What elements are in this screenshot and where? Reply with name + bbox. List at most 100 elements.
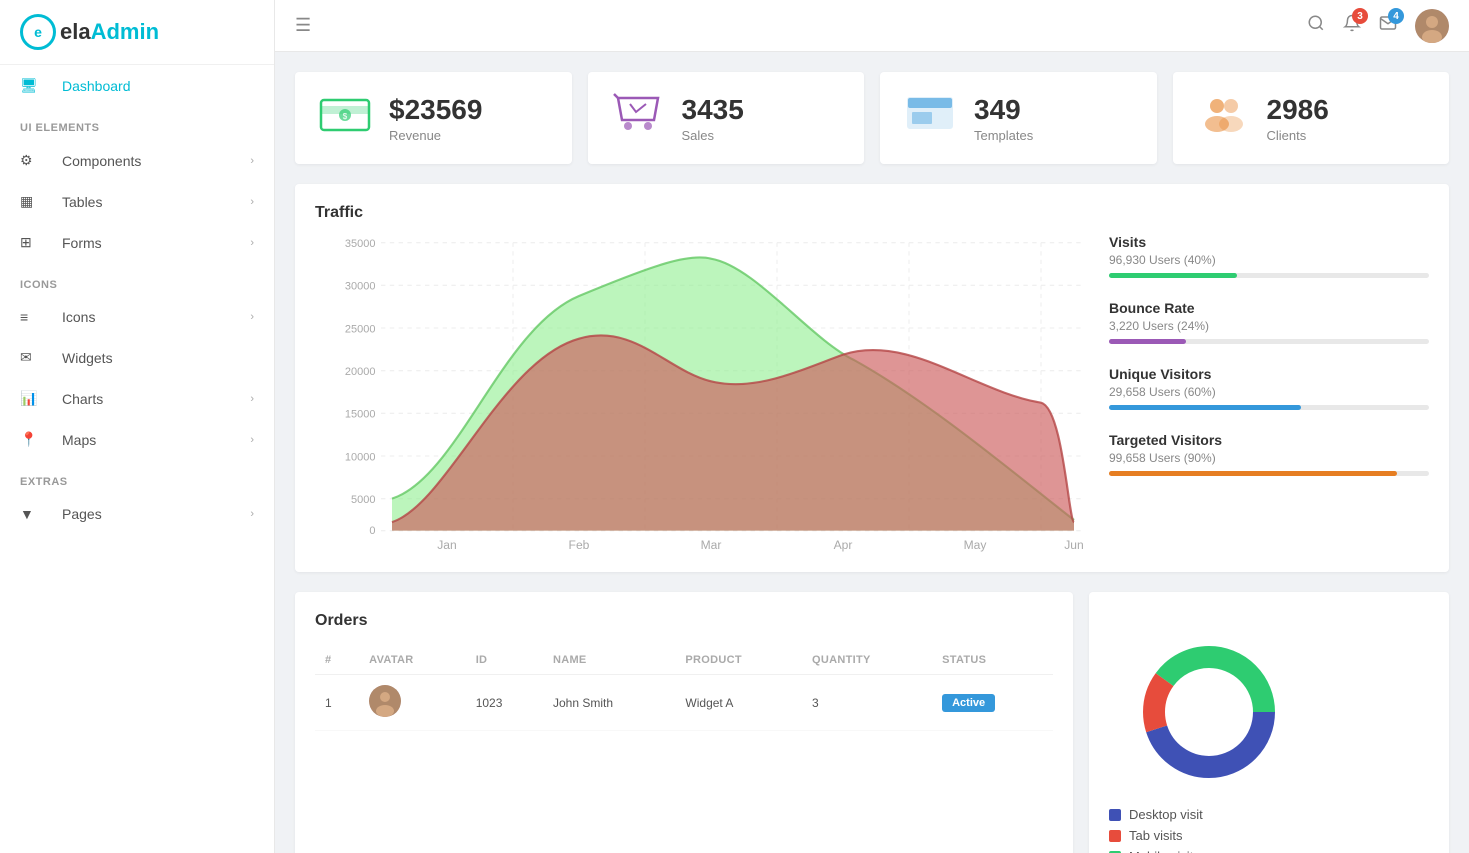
filter-icon: ▼ — [20, 506, 48, 522]
bounce-sub: 3,220 Users (24%) — [1109, 319, 1429, 333]
visits-bar-fill — [1109, 273, 1237, 278]
sidebar-item-widgets[interactable]: ✉ Widgets — [0, 337, 274, 378]
clients-icon — [1197, 92, 1249, 144]
traffic-stats: Visits 96,930 Users (40%) Bounce Rate 3,… — [1109, 204, 1429, 552]
sidebar-item-label: Charts — [62, 391, 250, 407]
svg-text:Mar: Mar — [701, 538, 722, 552]
row-avatar — [359, 675, 466, 731]
tab-dot — [1109, 830, 1121, 842]
logo-text: elaAdmin — [60, 19, 159, 45]
search-button[interactable] — [1307, 14, 1325, 37]
targeted-sub: 99,658 Users (90%) — [1109, 451, 1429, 465]
legend-mobile-label: Mobile visits — [1129, 849, 1200, 853]
table-icon: ▦ — [20, 193, 48, 210]
sales-icon — [612, 92, 664, 144]
email-button[interactable]: 4 — [1379, 14, 1397, 37]
traffic-chart-area: Traffic — [315, 204, 1085, 552]
chevron-right-icon: › — [250, 434, 254, 446]
chevron-right-icon: › — [250, 393, 254, 405]
donut-chart — [1109, 612, 1309, 792]
row-product: Widget A — [675, 675, 802, 731]
chevron-right-icon: › — [250, 508, 254, 520]
sidebar-item-icons[interactable]: ≡ Icons › — [0, 297, 274, 337]
chevron-right-icon: › — [250, 237, 254, 249]
sidebar-item-dashboard[interactable]: 🖥 Dashboard — [0, 65, 274, 106]
col-avatar: AVATAR — [359, 646, 466, 675]
row-num: 1 — [315, 675, 359, 731]
page-content: $ $23569 Revenue — [275, 52, 1469, 853]
sidebar-item-forms[interactable]: ⊞ Forms › — [0, 222, 274, 263]
list-icon: ≡ — [20, 309, 48, 325]
clients-label: Clients — [1267, 128, 1329, 143]
stat-cards: $ $23569 Revenue — [295, 72, 1449, 164]
menu-icon[interactable]: ☰ — [295, 15, 311, 36]
revenue-value: $23569 — [389, 94, 482, 126]
user-avatar[interactable] — [1415, 9, 1449, 43]
notification-badge: 3 — [1352, 8, 1368, 24]
targeted-stat: Targeted Visitors 99,658 Users (90%) — [1109, 432, 1429, 476]
traffic-title: Traffic — [315, 204, 1085, 222]
logo-circle: e — [20, 14, 56, 50]
row-name: John Smith — [543, 675, 675, 731]
orders-section: Orders # AVATAR ID NAME PRODUCT QUANTITY… — [295, 592, 1073, 853]
main-content: ☰ 3 4 — [275, 0, 1469, 853]
stat-card-clients: 2986 Clients — [1173, 72, 1450, 164]
unique-bar-bg — [1109, 405, 1429, 410]
unique-stat: Unique Visitors 29,658 Users (60%) — [1109, 366, 1429, 410]
svg-text:20000: 20000 — [345, 366, 376, 378]
traffic-chart: 35000 30000 25000 20000 15000 10000 5000… — [315, 232, 1085, 552]
sidebar-item-label: Widgets — [62, 350, 254, 366]
bottom-section: Orders # AVATAR ID NAME PRODUCT QUANTITY… — [295, 592, 1449, 853]
chevron-right-icon: › — [250, 155, 254, 167]
row-qty: 3 — [802, 675, 932, 731]
map-icon: 📍 — [20, 431, 48, 448]
col-product: PRODUCT — [675, 646, 802, 675]
svg-text:Feb: Feb — [569, 538, 590, 552]
chevron-right-icon: › — [250, 311, 254, 323]
topbar-actions: 3 4 — [1307, 9, 1449, 43]
svg-text:Jun: Jun — [1064, 538, 1083, 552]
table-row: 1 1023 John Smith Widget A 3 A — [315, 675, 1053, 731]
svg-text:May: May — [964, 538, 987, 552]
templates-value: 349 — [974, 94, 1033, 126]
status-badge: Active — [942, 694, 995, 712]
sidebar-item-label: Components — [62, 153, 250, 169]
svg-text:35000: 35000 — [345, 238, 376, 250]
targeted-title: Targeted Visitors — [1109, 432, 1429, 448]
templates-icon — [904, 92, 956, 144]
bounce-bar-bg — [1109, 339, 1429, 344]
svg-text:0: 0 — [369, 525, 375, 537]
sidebar-item-label: Pages — [62, 506, 250, 522]
sidebar-item-components[interactable]: ⚙ Components › — [0, 140, 274, 181]
svg-text:Apr: Apr — [834, 538, 853, 552]
revenue-icon: $ — [319, 92, 371, 144]
col-quantity: QUANTITY — [802, 646, 932, 675]
legend-desktop: Desktop visit — [1109, 807, 1429, 822]
email-badge: 4 — [1388, 8, 1404, 24]
sidebar-item-charts[interactable]: 📊 Charts › — [0, 378, 274, 419]
desktop-dot — [1109, 809, 1121, 821]
sidebar-item-tables[interactable]: ▦ Tables › — [0, 181, 274, 222]
unique-bar-fill — [1109, 405, 1301, 410]
sidebar: e elaAdmin 🖥 Dashboard UI ELEMENTS ⚙ Com… — [0, 0, 275, 853]
legend-tab: Tab visits — [1109, 828, 1429, 843]
unique-sub: 29,658 Users (60%) — [1109, 385, 1429, 399]
notification-button[interactable]: 3 — [1343, 14, 1361, 37]
unique-title: Unique Visitors — [1109, 366, 1429, 382]
legend-mobile: Mobile visits — [1109, 849, 1429, 853]
svg-text:Jan: Jan — [437, 538, 456, 552]
logo: e elaAdmin — [0, 0, 274, 65]
visits-bar-bg — [1109, 273, 1429, 278]
sidebar-item-label: Tables — [62, 194, 250, 210]
sales-value: 3435 — [682, 94, 744, 126]
sidebar-item-maps[interactable]: 📍 Maps › — [0, 419, 274, 460]
visits-title: Visits — [1109, 234, 1429, 250]
col-status: STATUS — [932, 646, 1053, 675]
dashboard-icon: 🖥 — [20, 77, 48, 94]
sidebar-item-pages[interactable]: ▼ Pages › — [0, 494, 274, 534]
bounce-stat: Bounce Rate 3,220 Users (24%) — [1109, 300, 1429, 344]
svg-text:15000: 15000 — [345, 409, 376, 421]
bounce-title: Bounce Rate — [1109, 300, 1429, 316]
svg-text:10000: 10000 — [345, 451, 376, 463]
sidebar-section-extras: EXTRAS — [0, 460, 274, 494]
